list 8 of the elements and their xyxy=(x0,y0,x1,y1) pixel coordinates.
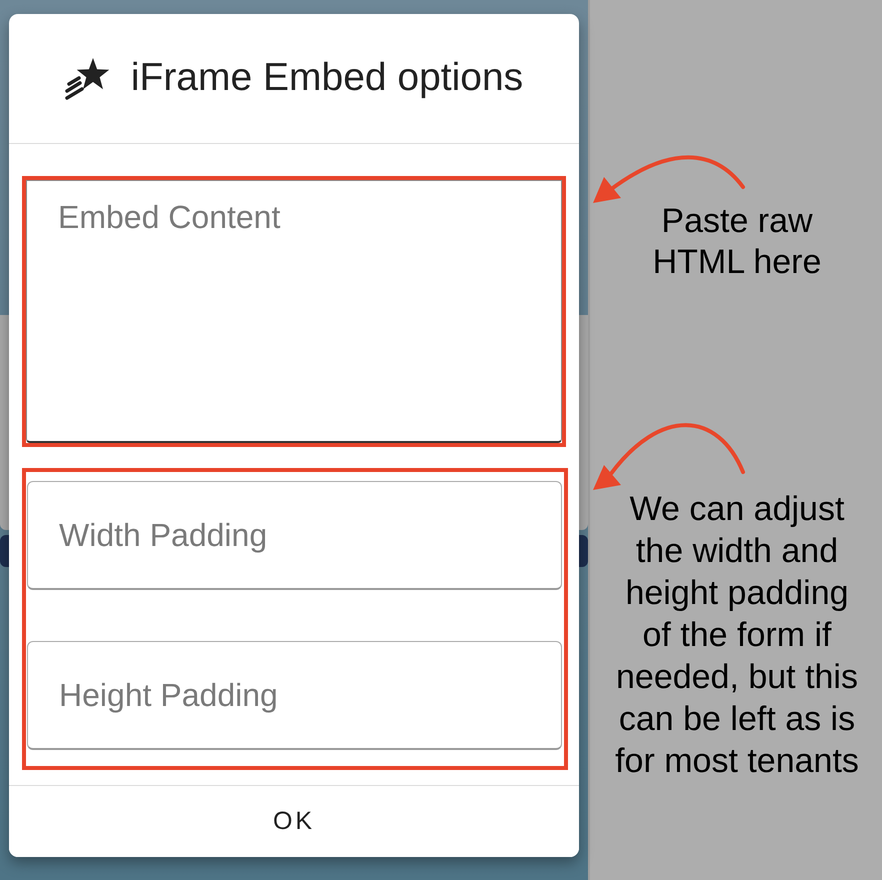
shooting-star-icon xyxy=(64,58,111,100)
annotation-text: We can adjust the width and height padding of the form if needed, but this can be left as is for most tenants xyxy=(614,489,860,782)
ok-button[interactable]: OK xyxy=(9,786,579,857)
annotation-text: Paste raw HTML here xyxy=(652,201,822,283)
textarea-field[interactable]: Embed Content xyxy=(26,180,562,443)
dialog-title: iFrame Embed options xyxy=(130,55,524,102)
input-field[interactable]: Height Padding xyxy=(27,641,562,750)
input-field[interactable]: Width Padding xyxy=(27,481,562,590)
